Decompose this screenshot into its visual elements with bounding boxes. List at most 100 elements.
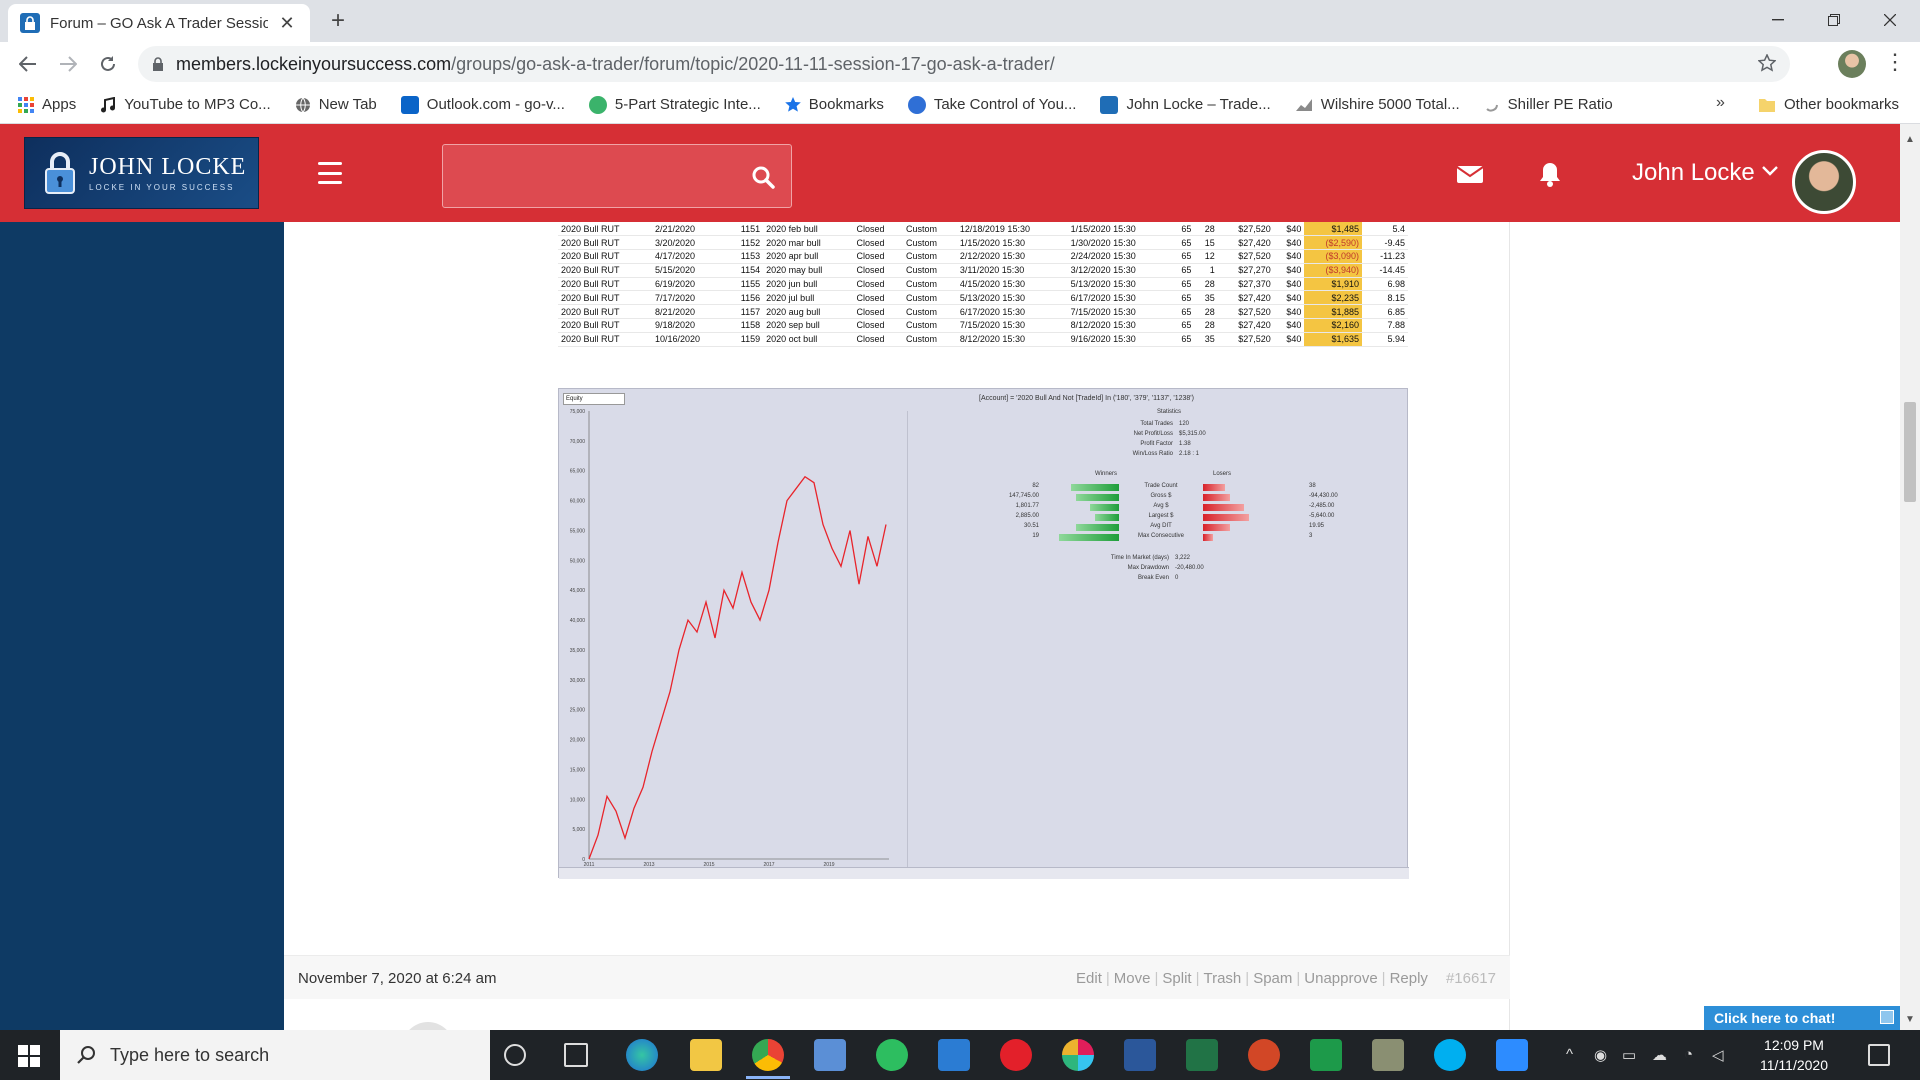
bell-icon[interactable] bbox=[1536, 160, 1564, 188]
todo-check-icon[interactable] bbox=[938, 1039, 970, 1071]
table-cell: 1151 bbox=[726, 222, 764, 237]
close-tab-icon[interactable]: ✕ bbox=[278, 13, 296, 34]
bookmark-bookmarks[interactable]: Bookmarks bbox=[784, 96, 884, 113]
table-cell: 1/15/2020 15:30 bbox=[956, 235, 1068, 251]
wifi-icon[interactable]: ◔ bbox=[1684, 1046, 1693, 1063]
system-clock[interactable]: 12:09 PM 11/11/2020 bbox=[1744, 1035, 1844, 1075]
bookmark-new-tab[interactable]: New Tab bbox=[295, 96, 377, 113]
table-cell: 28 bbox=[1194, 318, 1218, 333]
table-cell: 3/11/2020 15:30 bbox=[956, 263, 1068, 278]
forward-arrow-icon[interactable] bbox=[54, 50, 82, 78]
scroll-down-arrow-icon[interactable]: ▼ bbox=[1905, 1014, 1915, 1025]
spam-link[interactable]: Spam bbox=[1253, 970, 1292, 987]
scroll-up-arrow-icon[interactable]: ▲ bbox=[1905, 134, 1915, 145]
table-cell: ($3,090) bbox=[1304, 249, 1362, 264]
table-cell: $2,235 bbox=[1304, 290, 1362, 306]
chrome-icon[interactable] bbox=[752, 1039, 784, 1071]
back-arrow-icon[interactable] bbox=[14, 50, 42, 78]
edge-icon[interactable] bbox=[626, 1039, 658, 1071]
other-bookmarks[interactable]: Other bookmarks bbox=[1758, 96, 1899, 113]
table-cell: 65 bbox=[1171, 332, 1195, 347]
volume-icon[interactable]: ◁ bbox=[1712, 1046, 1724, 1064]
bookmark-shiller-pe[interactable]: Shiller PE Ratio bbox=[1484, 96, 1613, 113]
restore-icon[interactable] bbox=[1806, 0, 1862, 40]
taskbar-search-box[interactable]: Type here to search bbox=[60, 1030, 490, 1080]
task-view-icon[interactable] bbox=[564, 1043, 588, 1067]
hamburger-menu-icon[interactable] bbox=[318, 162, 342, 184]
powerpoint-icon[interactable] bbox=[1248, 1039, 1280, 1071]
table-cell: 2020 Bull RUT bbox=[558, 263, 652, 278]
bookmarks-bar: Apps YouTube to MP3 Co... New Tab Outloo… bbox=[0, 86, 1920, 124]
cortana-icon[interactable] bbox=[504, 1044, 526, 1066]
windows-start-icon[interactable] bbox=[18, 1045, 40, 1067]
meet-now-icon[interactable]: ◉ bbox=[1594, 1046, 1607, 1064]
onedrive-cloud-icon[interactable]: ☁ bbox=[1652, 1046, 1667, 1064]
stat-value: 3,222 bbox=[1175, 555, 1191, 561]
bookmarks-overflow-button[interactable]: » bbox=[1716, 94, 1725, 112]
notification-center-icon[interactable] bbox=[1868, 1044, 1890, 1066]
search-icon bbox=[76, 1045, 96, 1065]
slack-icon[interactable] bbox=[1062, 1039, 1094, 1071]
profile-avatar[interactable] bbox=[1838, 50, 1866, 78]
bookmark-strategic[interactable]: 5-Part Strategic Inte... bbox=[588, 95, 761, 114]
bookmark-john-locke[interactable]: John Locke – Trade... bbox=[1100, 95, 1271, 114]
chat-expand-icon[interactable] bbox=[1880, 1010, 1894, 1024]
browser-menu-icon[interactable]: ⋮ bbox=[1884, 50, 1906, 78]
evernote-icon[interactable] bbox=[876, 1039, 908, 1071]
table-cell: 1154 bbox=[726, 263, 764, 278]
table-cell: Custom bbox=[903, 304, 957, 320]
bookmark-youtube-mp3[interactable]: YouTube to MP3 Co... bbox=[100, 96, 271, 113]
zoom-icon[interactable] bbox=[1496, 1039, 1528, 1071]
user-avatar[interactable] bbox=[1792, 150, 1856, 214]
y-tick-label: 60,000 bbox=[570, 499, 586, 505]
file-explorer-icon[interactable] bbox=[690, 1039, 722, 1071]
bookmark-wilshire[interactable]: Wilshire 5000 Total... bbox=[1295, 96, 1460, 113]
bookmark-star-icon[interactable] bbox=[1758, 54, 1776, 72]
notepad-app-icon[interactable] bbox=[814, 1039, 846, 1071]
market-stat-row: Max Drawdown -20,480.00 bbox=[1069, 565, 1204, 571]
bookmark-take-control[interactable]: Take Control of You... bbox=[907, 95, 1076, 114]
reload-icon[interactable] bbox=[94, 50, 122, 78]
trash-link[interactable]: Trash bbox=[1203, 970, 1241, 987]
search-icon[interactable] bbox=[751, 165, 775, 189]
battery-icon[interactable]: ▭ bbox=[1622, 1046, 1636, 1064]
chat-widget-button[interactable]: Click here to chat! bbox=[1704, 1006, 1900, 1030]
site-search-input[interactable] bbox=[442, 144, 792, 208]
logo-tagline: LOCKE IN YOUR SUCCESS bbox=[89, 183, 235, 192]
excel-icon[interactable] bbox=[1186, 1039, 1218, 1071]
post-id-link[interactable]: #16617 bbox=[1446, 970, 1496, 987]
separator: | bbox=[1154, 970, 1159, 987]
move-link[interactable]: Move bbox=[1114, 970, 1151, 987]
bookmark-outlook[interactable]: Outlook.com - go-v... bbox=[400, 95, 565, 114]
utility-app-icon[interactable] bbox=[1372, 1039, 1404, 1071]
metric-label: Avg DIT bbox=[1150, 523, 1172, 529]
browser-tab[interactable]: Forum – GO Ask A Trader Session ✕ bbox=[8, 4, 310, 42]
site-logo[interactable]: JOHN LOCKE LOCKE IN YOUR SUCCESS bbox=[24, 137, 259, 209]
skype-icon[interactable] bbox=[1434, 1039, 1466, 1071]
new-tab-button[interactable]: + bbox=[324, 8, 352, 36]
winner-value: 19 bbox=[1032, 533, 1039, 539]
reply-link[interactable]: Reply bbox=[1390, 970, 1428, 987]
y-tick-label: 75,000 bbox=[570, 409, 586, 415]
trading-app-icon[interactable] bbox=[1310, 1039, 1342, 1071]
table-cell: 9/18/2020 bbox=[651, 318, 727, 333]
scroll-thumb[interactable] bbox=[1904, 402, 1916, 502]
tray-overflow-icon[interactable]: ^ bbox=[1566, 1046, 1573, 1063]
stat-row: Profit Factor 1.38 bbox=[1119, 441, 1190, 447]
opera-icon[interactable] bbox=[1000, 1039, 1032, 1071]
bookmark-apps[interactable]: Apps bbox=[18, 96, 76, 113]
user-name[interactable]: John Locke bbox=[1632, 159, 1755, 187]
split-link[interactable]: Split bbox=[1162, 970, 1191, 987]
chevron-down-icon[interactable] bbox=[1762, 166, 1778, 176]
unapprove-link[interactable]: Unapprove bbox=[1304, 970, 1377, 987]
edit-link[interactable]: Edit bbox=[1076, 970, 1102, 987]
word-icon[interactable] bbox=[1124, 1039, 1156, 1071]
envelope-icon[interactable] bbox=[1456, 160, 1484, 188]
loser-bar bbox=[1203, 484, 1225, 491]
table-cell: Closed bbox=[853, 318, 903, 333]
page-scrollbar[interactable]: ▲ ▼ bbox=[1900, 124, 1920, 1030]
table-cell: 65 bbox=[1171, 304, 1195, 320]
close-window-icon[interactable] bbox=[1862, 0, 1918, 40]
minimize-icon[interactable] bbox=[1750, 0, 1806, 40]
address-bar[interactable]: members.lockeinyoursuccess.com /groups/g… bbox=[138, 46, 1790, 82]
